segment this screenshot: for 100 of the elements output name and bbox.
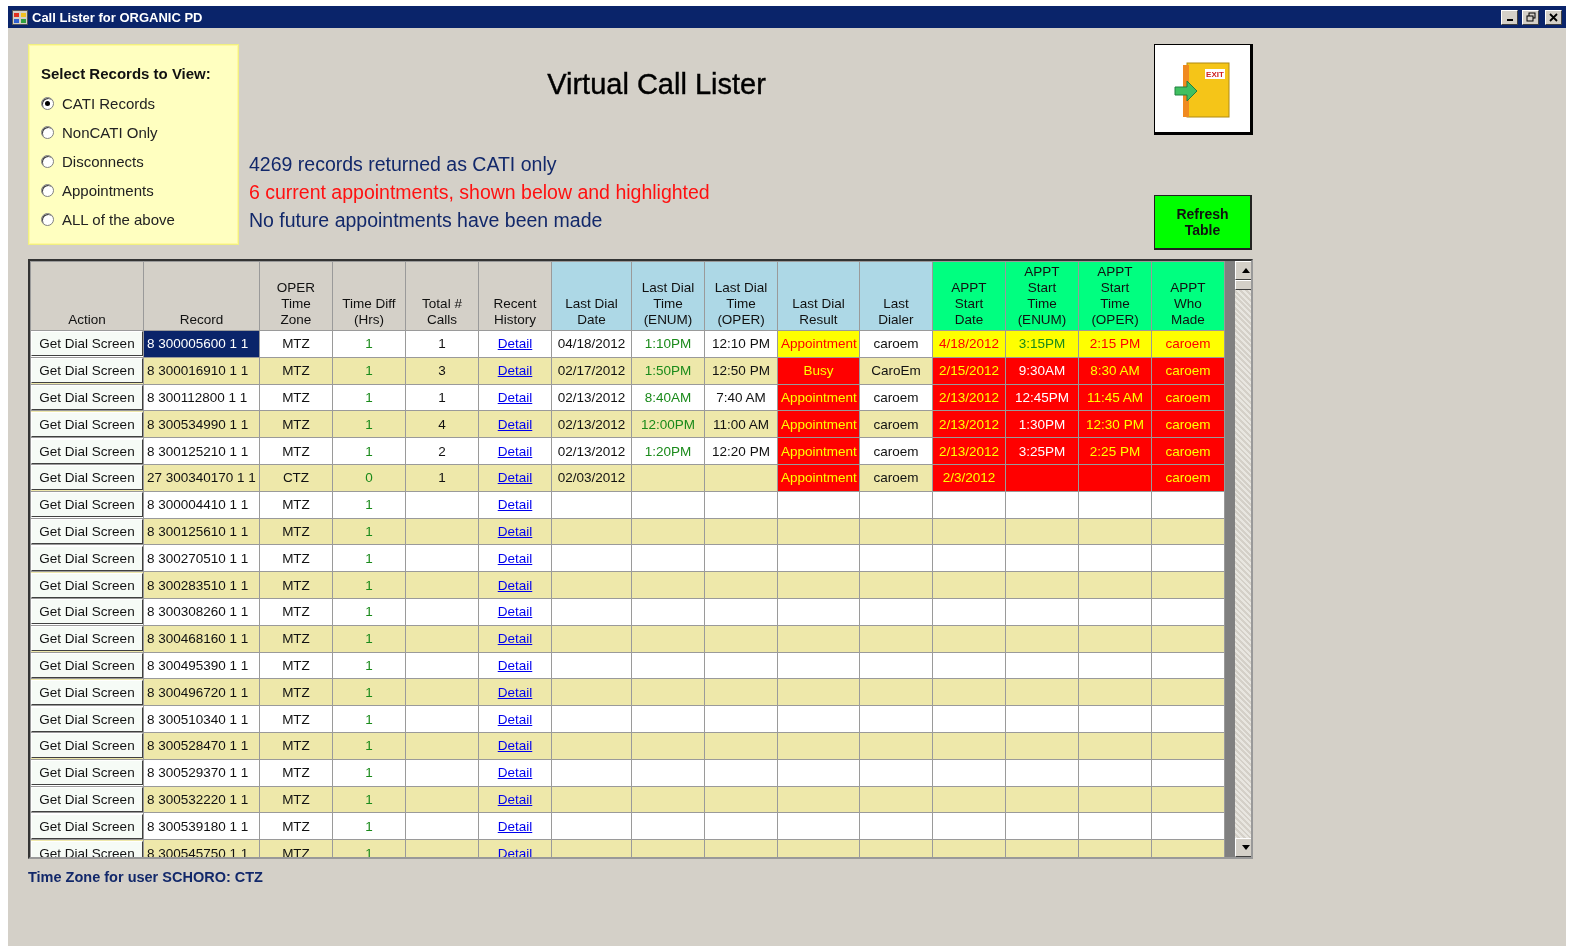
table-cell: Appointment [777, 384, 860, 411]
scroll-up-icon[interactable] [1235, 261, 1251, 280]
table-cell: 12:50 PM [704, 357, 778, 385]
restore-button[interactable] [1522, 9, 1539, 25]
get-dial-screen-button[interactable]: Get Dial Screen [31, 786, 143, 812]
close-button[interactable] [1545, 9, 1562, 25]
get-dial-screen-button[interactable]: Get Dial Screen [31, 652, 143, 678]
table-cell: 1:50PM [631, 357, 705, 385]
table-cell: 4 [405, 410, 479, 438]
minimize-button[interactable] [1501, 9, 1518, 25]
table-cell: Busy [777, 357, 860, 385]
close-icon [1549, 12, 1558, 22]
table-cell: 3:15PM [1005, 330, 1079, 358]
get-dial-screen-button[interactable]: Get Dial Screen [31, 626, 143, 652]
radio-option[interactable]: Appointments [41, 180, 238, 200]
record-cell: 8 300270510 1 1 [143, 544, 260, 572]
window-title: Call Lister for ORGANIC PD [32, 9, 204, 25]
table-cell: 1 [332, 544, 406, 572]
table-cell: MTZ [259, 544, 333, 572]
column-header: Recent History [478, 261, 552, 331]
table-cell: 02/03/2012 [551, 464, 632, 492]
get-dial-screen-button[interactable]: Get Dial Screen [31, 331, 143, 357]
column-header: Last Dial Time (ENUM) [631, 261, 705, 331]
table-cell: 8:30 AM [1078, 357, 1152, 385]
table-cell: 3 [405, 357, 479, 385]
get-dial-screen-button[interactable]: Get Dial Screen [31, 840, 143, 857]
scroll-thumb[interactable] [1235, 280, 1251, 290]
get-dial-screen-button[interactable]: Get Dial Screen [31, 599, 143, 625]
record-cell: 8 300016910 1 1 [143, 357, 260, 385]
table-cell: caroem [1151, 464, 1225, 492]
column-header: APPT Start Date [932, 261, 1006, 331]
get-dial-screen-button[interactable]: Get Dial Screen [31, 438, 143, 464]
get-dial-screen-button[interactable]: Get Dial Screen [31, 411, 143, 437]
get-dial-screen-button[interactable]: Get Dial Screen [31, 545, 143, 571]
record-cell: 8 300495390 1 1 [143, 652, 260, 679]
table-cell: 1 [332, 678, 406, 706]
table-cell: 12:10 PM [704, 330, 778, 358]
table-cell: 1 [405, 464, 479, 492]
column-header: APPT Start Time (ENUM) [1005, 261, 1079, 331]
table-cell: 1:10PM [631, 330, 705, 358]
get-dial-screen-button[interactable]: Get Dial Screen [31, 358, 143, 384]
record-cell: 8 300004410 1 1 [143, 491, 260, 519]
table-cell: Appointment [777, 437, 860, 465]
record-cell: 8 300532220 1 1 [143, 786, 260, 813]
table-cell: CTZ [259, 464, 333, 492]
record-cell: 27 300340170 1 1 [143, 464, 260, 492]
table-cell: caroem [1151, 437, 1225, 465]
get-dial-screen-button[interactable]: Get Dial Screen [31, 572, 143, 598]
get-dial-screen-button[interactable]: Get Dial Screen [31, 760, 143, 786]
table-cell: caroem [859, 384, 933, 411]
scroll-down-icon[interactable] [1235, 838, 1251, 857]
table-cell: 1:30PM [1005, 410, 1079, 438]
get-dial-screen-button[interactable]: Get Dial Screen [31, 813, 143, 839]
record-cell: 8 300112800 1 1 [143, 384, 260, 411]
restore-icon [1525, 12, 1536, 22]
table-cell: MTZ [259, 652, 333, 679]
exit-button[interactable]: EXIT [1154, 44, 1253, 135]
table-cell: MTZ [259, 598, 333, 626]
table-cell: 1 [332, 598, 406, 626]
radio-option[interactable]: Disconnects [41, 151, 238, 171]
table-cell: MTZ [259, 491, 333, 519]
radio-option[interactable]: NonCATI Only [41, 122, 238, 142]
table-cell: 1 [332, 384, 406, 411]
table-cell: caroem [859, 410, 933, 438]
table-cell: MTZ [259, 759, 333, 787]
record-cell: 8 300496720 1 1 [143, 678, 260, 706]
record-cell: 8 300528470 1 1 [143, 732, 260, 760]
column-header: APPT Start Time (OPER) [1078, 261, 1152, 331]
get-dial-screen-button[interactable]: Get Dial Screen [31, 385, 143, 410]
get-dial-screen-button[interactable]: Get Dial Screen [31, 465, 143, 491]
record-cell: 8 300125210 1 1 [143, 437, 260, 465]
table-cell: 1 [332, 410, 406, 438]
table-cell: 0 [332, 464, 406, 492]
radio-option[interactable]: ALL of the above [41, 209, 238, 229]
get-dial-screen-button[interactable]: Get Dial Screen [31, 679, 143, 705]
table-cell: 1 [332, 652, 406, 679]
column-header: APPT Who Made [1151, 261, 1225, 331]
table-cell: caroem [1151, 330, 1225, 358]
table-cell: 12:45PM [1005, 384, 1079, 411]
column-header: Action [30, 261, 144, 331]
table-cell: caroem [859, 437, 933, 465]
table-cell: 2/15/2012 [932, 357, 1006, 385]
table-cell: 12:00PM [631, 410, 705, 438]
get-dial-screen-button[interactable]: Get Dial Screen [31, 492, 143, 518]
table-cell: 1 [332, 705, 406, 733]
table-cell: caroem [859, 330, 933, 358]
table-cell: 1 [332, 330, 406, 358]
radio-option[interactable]: CATI Records [41, 93, 238, 113]
column-header: Last Dial Time (OPER) [704, 261, 778, 331]
get-dial-screen-button[interactable]: Get Dial Screen [31, 706, 143, 732]
record-cell: 8 300005600 1 1 [143, 330, 260, 358]
get-dial-screen-button[interactable]: Get Dial Screen [31, 518, 143, 544]
get-dial-screen-button[interactable]: Get Dial Screen [31, 733, 143, 759]
table-cell: 2/13/2012 [932, 410, 1006, 438]
column-header: Last Dial Result [777, 261, 860, 331]
refresh-table-button[interactable]: Refresh Table [1154, 195, 1252, 250]
column-header: Total # Calls [405, 261, 479, 331]
table-cell: 1 [332, 437, 406, 465]
column-header: OPER Time Zone [259, 261, 333, 331]
table-cell: 1 [332, 812, 406, 840]
